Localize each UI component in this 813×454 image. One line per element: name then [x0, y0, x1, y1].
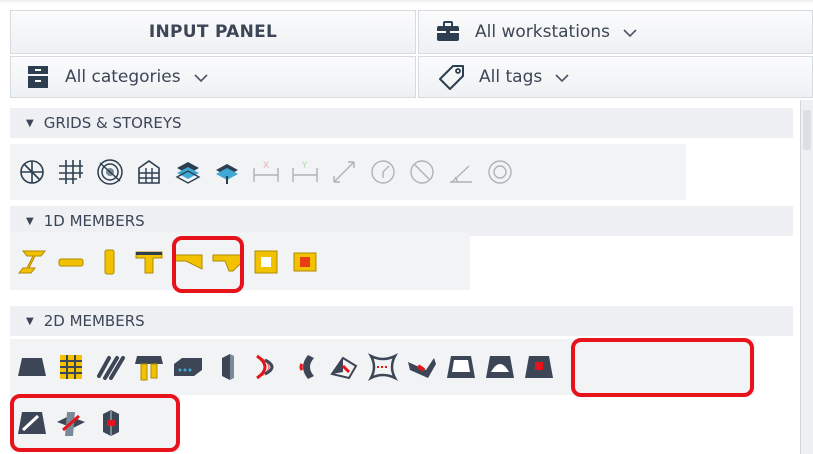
wall-icon[interactable]: [211, 351, 243, 383]
storey-icon[interactable]: [133, 156, 165, 188]
categories-label: All categories: [65, 67, 181, 87]
tags-dropdown[interactable]: All tags: [418, 56, 813, 98]
workstations-label: All workstations: [475, 22, 610, 42]
circle-icon[interactable]: [406, 156, 438, 188]
box-section-icon[interactable]: [250, 246, 282, 278]
free-form-icon[interactable]: [328, 351, 360, 383]
shell-icon[interactable]: [94, 351, 126, 383]
chevron-down-icon: [554, 68, 570, 87]
section-grids-storeys[interactable]: ▼ GRIDS & STOREYS: [10, 108, 793, 138]
load-panel-icon[interactable]: [406, 351, 438, 383]
scrollbar-thumb[interactable]: [803, 110, 811, 150]
cross-section-icon[interactable]: [289, 246, 321, 278]
collapse-triangle-icon: ▼: [26, 315, 34, 327]
section-title: 1D MEMBERS: [43, 212, 145, 230]
collapse-triangle-icon: ▼: [26, 215, 34, 227]
members-2d-toolbar: [10, 339, 562, 395]
highlight-plate-tools: [10, 394, 180, 452]
project-storey-icon[interactable]: [211, 156, 243, 188]
grids-toolbar: X Y: [10, 144, 523, 200]
chevron-down-icon: [622, 23, 638, 42]
tag-icon: [439, 64, 465, 90]
toolbox-icon: [435, 19, 461, 45]
hollow-core-icon[interactable]: [172, 351, 204, 383]
membrane-icon[interactable]: [367, 351, 399, 383]
angle-icon[interactable]: [367, 156, 399, 188]
storey-surface-icon[interactable]: [172, 156, 204, 188]
horizontal-beam-icon[interactable]: [55, 246, 87, 278]
members-1d-toolbar: [10, 234, 328, 290]
section-title: 2D MEMBERS: [43, 312, 145, 330]
column-icon[interactable]: [94, 246, 126, 278]
categories-dropdown[interactable]: All categories: [10, 56, 416, 98]
radial-grid-icon[interactable]: [94, 156, 126, 188]
wall-grid-icon[interactable]: [55, 351, 87, 383]
page-title: INPUT PANEL: [148, 22, 278, 42]
beam-icon[interactable]: [16, 246, 48, 278]
dimension-y-icon[interactable]: Y: [289, 156, 321, 188]
svg-text:Y: Y: [301, 161, 308, 171]
arch-opening-icon[interactable]: [484, 351, 516, 383]
scrollbar[interactable]: [800, 100, 813, 454]
dimension-x-icon[interactable]: X: [250, 156, 282, 188]
workstations-dropdown[interactable]: All workstations: [418, 10, 813, 54]
chevron-down-icon: [193, 68, 209, 87]
shell-surface-icon[interactable]: [289, 351, 321, 383]
svg-text:X: X: [263, 161, 269, 171]
highlight-openings: [571, 338, 754, 397]
tags-label: All tags: [479, 67, 543, 87]
opening-icon[interactable]: [445, 351, 477, 383]
categories-icon: [25, 64, 51, 90]
dimension-diagonal-icon[interactable]: [328, 156, 360, 188]
ribbed-plate-icon[interactable]: [133, 351, 165, 383]
section-title: GRIDS & STOREYS: [43, 114, 182, 132]
rib-icon[interactable]: [133, 246, 165, 278]
collapse-triangle-icon: ▼: [26, 117, 34, 129]
slope-icon[interactable]: [445, 156, 477, 188]
input-panel-title-bar: INPUT PANEL: [10, 10, 416, 54]
circle-dim-icon[interactable]: [484, 156, 516, 188]
plate-subregion-icon[interactable]: [523, 351, 555, 383]
curved-wall-icon[interactable]: [250, 351, 282, 383]
plate-icon[interactable]: [16, 351, 48, 383]
rectangular-grid-icon[interactable]: [55, 156, 87, 188]
line-grid-icon[interactable]: [16, 156, 48, 188]
section-2d-members[interactable]: ▼ 2D MEMBERS: [10, 306, 793, 336]
highlight-rib: [172, 236, 244, 293]
